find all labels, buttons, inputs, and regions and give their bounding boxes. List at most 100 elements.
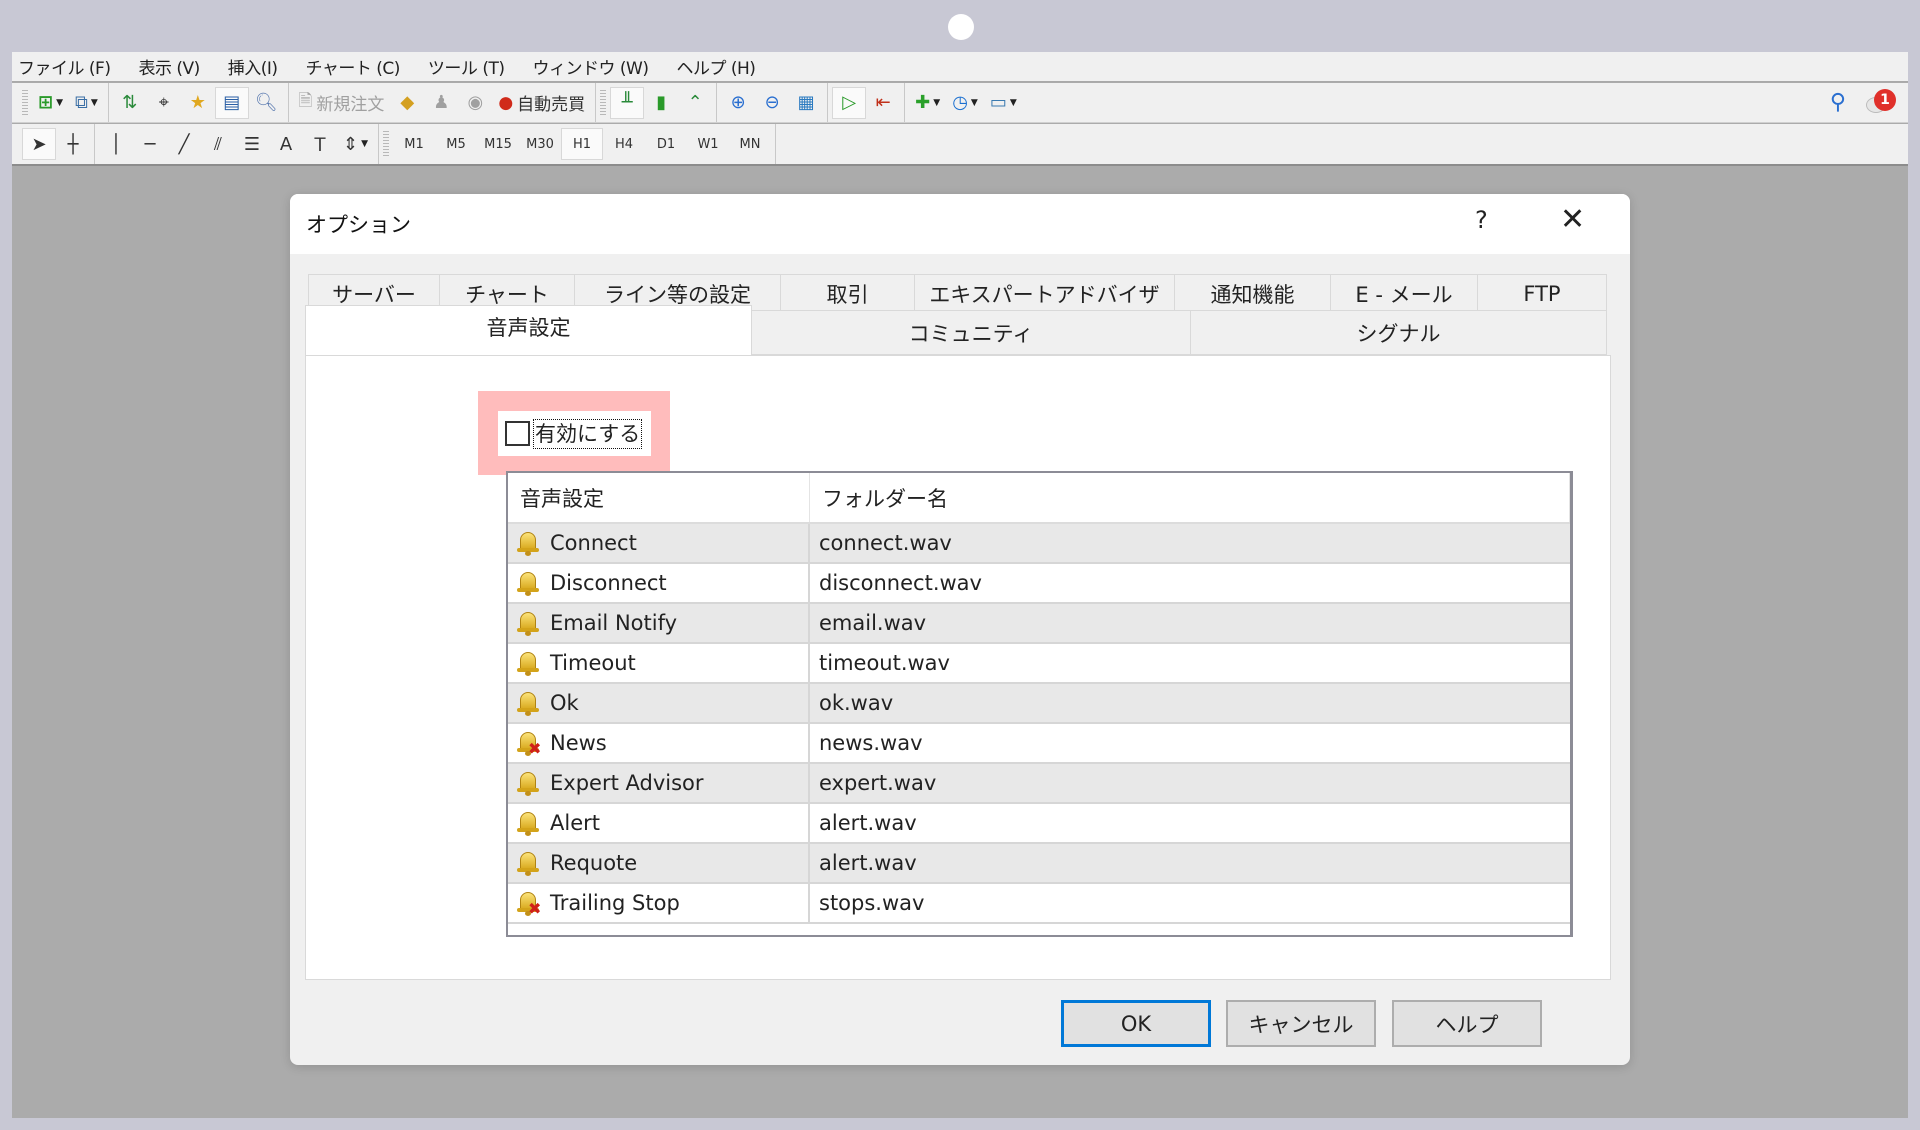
file-cell[interactable]: connect.wav — [810, 524, 1570, 562]
menu-file[interactable]: ファイル (F) — [18, 54, 111, 79]
tab-signals[interactable]: シグナル — [1191, 310, 1607, 355]
zoom-out-button[interactable]: ⊖ — [755, 87, 789, 119]
file-cell[interactable]: ok.wav — [810, 684, 1570, 722]
column-header-event[interactable]: 音声設定 — [508, 473, 810, 522]
file-cell[interactable]: stops.wav — [810, 884, 1570, 922]
help-question-button[interactable]: ? — [1475, 206, 1488, 234]
table-row[interactable]: Alert alert.wav — [508, 804, 1570, 844]
arrows-button[interactable]: ⇕ ▼ — [337, 128, 374, 160]
bell-icon[interactable] — [514, 849, 542, 877]
fibonacci-button[interactable]: ☰ — [235, 128, 269, 160]
bar-chart-button[interactable]: ╨ — [610, 86, 645, 119]
menu-view[interactable]: 表示 (V) — [138, 54, 200, 79]
timeframe-mn[interactable]: MN — [729, 128, 771, 160]
file-cell[interactable]: news.wav — [810, 724, 1570, 762]
timeframe-m30[interactable]: M30 — [519, 128, 561, 160]
toolbar-grip[interactable] — [22, 89, 28, 116]
enable-checkbox[interactable] — [505, 421, 530, 446]
new-order-button[interactable]: 🗎 新規注文 — [293, 87, 391, 119]
bell-icon[interactable] — [514, 609, 542, 637]
help-button[interactable]: ヘルプ — [1392, 1000, 1542, 1047]
toolbar-grip[interactable] — [600, 89, 607, 116]
file-cell[interactable]: alert.wav — [810, 804, 1570, 842]
table-row[interactable]: ✖ Trailing Stop stops.wav — [508, 884, 1570, 924]
table-row[interactable]: Disconnect disconnect.wav — [508, 564, 1570, 604]
line-chart-button[interactable]: ⌃ — [678, 87, 712, 119]
bell-disabled-icon[interactable]: ✖ — [514, 729, 542, 757]
table-row[interactable]: Email Notify email.wav — [508, 604, 1570, 644]
table-row[interactable]: Connect connect.wav — [508, 524, 1570, 564]
table-row[interactable]: ✖ News news.wav — [508, 724, 1570, 764]
menu-help[interactable]: ヘルプ (H) — [676, 54, 755, 79]
horizontal-line-button[interactable]: ─ — [133, 128, 167, 160]
bell-icon[interactable] — [514, 769, 542, 797]
timeframe-h1[interactable]: H1 — [561, 128, 604, 160]
timeframe-m15[interactable]: M15 — [477, 128, 519, 160]
file-cell[interactable]: alert.wav — [810, 844, 1570, 882]
market-watch-button[interactable]: ⇅ — [113, 87, 147, 119]
dialog-titlebar[interactable]: オプション ? ✕ — [290, 194, 1630, 254]
table-row[interactable]: Requote alert.wav — [508, 844, 1570, 884]
bell-icon[interactable] — [514, 569, 542, 597]
tab-notifications[interactable]: 通知機能 — [1175, 274, 1331, 314]
tab-sounds[interactable]: 音声設定 — [305, 305, 752, 355]
table-row[interactable]: Expert Advisor expert.wav — [508, 764, 1570, 804]
bell-icon[interactable] — [514, 689, 542, 717]
table-row[interactable]: Ok ok.wav — [508, 684, 1570, 724]
notifications-button[interactable]: 1 — [1864, 88, 1896, 117]
profiles-button[interactable]: ⧉ ▼ — [69, 87, 104, 119]
file-cell[interactable]: expert.wav — [810, 764, 1570, 802]
strategy-tester-button[interactable]: 🔍︎ — [249, 87, 284, 119]
text-button[interactable]: A — [269, 128, 303, 160]
timeframe-d1[interactable]: D1 — [645, 128, 687, 160]
signals-button[interactable]: ◉ — [458, 87, 492, 119]
new-chart-button[interactable]: ⊞ ▼ — [32, 87, 69, 119]
periods-button[interactable]: ◷ ▼ — [946, 87, 984, 119]
file-cell[interactable]: disconnect.wav — [810, 564, 1570, 602]
equidistant-channel-button[interactable]: ⫽ — [201, 128, 235, 160]
file-cell[interactable]: email.wav — [810, 604, 1570, 642]
table-row[interactable]: Timeout timeout.wav — [508, 644, 1570, 684]
tab-email[interactable]: E - メール — [1331, 274, 1478, 314]
templates-button[interactable]: ▭ ▼ — [984, 87, 1023, 119]
close-button[interactable]: ✕ — [1560, 202, 1585, 237]
trendline-button[interactable]: ╱ — [167, 128, 201, 160]
vertical-line-button[interactable]: │ — [99, 128, 133, 160]
bell-disabled-icon[interactable]: ✖ — [514, 889, 542, 917]
zoom-in-button[interactable]: ⊕ — [721, 87, 755, 119]
auto-scroll-button[interactable]: ▷ — [832, 86, 867, 119]
text-label-button[interactable]: Ｔ — [303, 128, 337, 160]
cancel-button[interactable]: キャンセル — [1226, 1000, 1376, 1047]
chart-shift-button[interactable]: ⇤ — [866, 87, 900, 119]
bell-icon[interactable] — [514, 809, 542, 837]
metaeditor-button[interactable]: ◆ — [390, 87, 424, 119]
tab-ftp[interactable]: FTP — [1478, 274, 1607, 314]
candlestick-button[interactable]: ▮ — [644, 87, 678, 119]
ok-button[interactable]: OK — [1061, 1000, 1211, 1047]
bell-icon[interactable] — [514, 649, 542, 677]
timeframe-m5[interactable]: M5 — [435, 128, 477, 160]
navigator-button[interactable]: ★ — [181, 87, 215, 119]
menu-tools[interactable]: ツール (T) — [428, 54, 505, 79]
data-window-button[interactable]: ⌖ — [147, 87, 181, 119]
timeframe-m1[interactable]: M1 — [393, 128, 435, 160]
terminal-button[interactable]: ▤ — [214, 86, 249, 119]
crosshair-button[interactable]: ┼ — [56, 128, 90, 160]
toolbar-grip[interactable] — [383, 131, 390, 157]
tab-community[interactable]: コミュニティ — [752, 310, 1191, 355]
tile-windows-button[interactable]: ▦ — [789, 87, 823, 119]
file-cell[interactable]: timeout.wav — [810, 644, 1570, 682]
timeframe-h4[interactable]: H4 — [603, 128, 645, 160]
menu-window[interactable]: ウィンドウ (W) — [532, 54, 648, 79]
auto-trading-button[interactable]: ● 自動売買 — [492, 87, 591, 119]
timeframe-w1[interactable]: W1 — [687, 128, 729, 160]
bell-icon[interactable] — [514, 529, 542, 557]
tab-expert-advisors[interactable]: エキスパートアドバイザ — [915, 274, 1175, 314]
indicators-button[interactable]: ✚ ▼ — [909, 87, 946, 119]
cursor-button[interactable]: ➤ — [22, 128, 56, 160]
menu-chart[interactable]: チャート (C) — [306, 54, 401, 79]
column-header-file[interactable]: フォルダー名 — [810, 473, 1570, 522]
trader-button[interactable]: ♟ — [424, 87, 458, 119]
enable-checkbox-label[interactable]: 有効にする — [533, 418, 643, 449]
tab-trade[interactable]: 取引 — [781, 274, 915, 314]
